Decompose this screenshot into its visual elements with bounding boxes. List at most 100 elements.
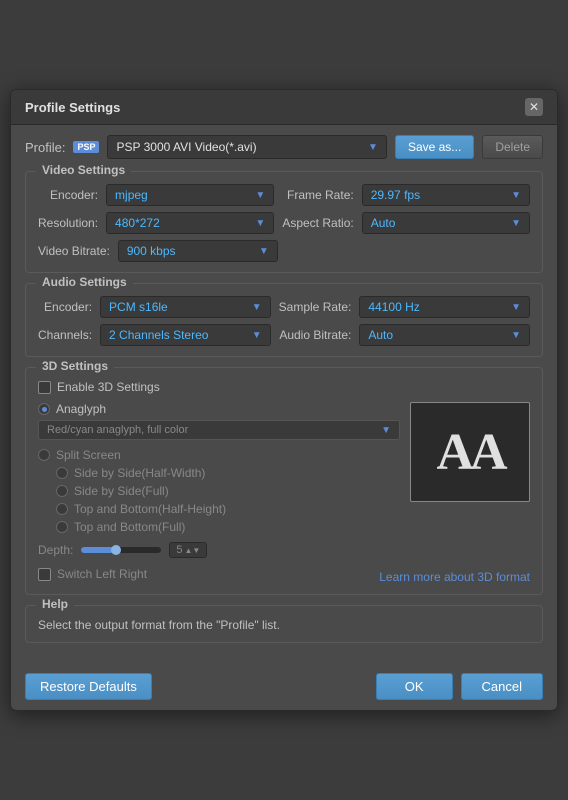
resolution-select[interactable]: 480*272 ▼ <box>106 212 274 234</box>
enable-3d-label: Enable 3D Settings <box>57 380 160 394</box>
encoder-label: Encoder: <box>38 188 98 202</box>
audio-encoder-value: PCM s16le <box>109 300 168 314</box>
side-half-radio[interactable] <box>56 467 68 479</box>
split-screen-options: Side by Side(Half-Width) Side by Side(Fu… <box>56 466 400 534</box>
aspect-ratio-arrow: ▼ <box>511 218 521 229</box>
audio-settings-section: Audio Settings Encoder: PCM s16le ▼ Samp… <box>25 283 543 357</box>
ok-button[interactable]: OK <box>376 673 453 700</box>
side-full-row: Side by Side(Full) <box>56 484 400 498</box>
frame-rate-label: Frame Rate: <box>282 188 353 202</box>
audio-bitrate-select[interactable]: Auto ▼ <box>359 324 530 346</box>
frame-rate-select[interactable]: 29.97 fps ▼ <box>362 184 530 206</box>
switch-checkbox[interactable] <box>38 568 51 581</box>
anaglyph-type-select: Red/cyan anaglyph, full color ▼ <box>38 420 400 440</box>
anaglyph-radio[interactable] <box>38 403 50 415</box>
audio-bitrate-arrow: ▼ <box>511 330 521 341</box>
anaglyph-type-arrow: ▼ <box>381 425 391 436</box>
depth-spinner-icon: ▲▼ <box>184 546 200 555</box>
side-half-row: Side by Side(Half-Width) <box>56 466 400 480</box>
profile-row: Profile: PSP PSP 3000 AVI Video(*.avi) ▼… <box>25 135 543 159</box>
audio-settings-grid: Encoder: PCM s16le ▼ Sample Rate: 44100 … <box>38 296 530 346</box>
side-full-radio[interactable] <box>56 485 68 497</box>
profile-dropdown-arrow: ▼ <box>368 142 378 153</box>
switch-label: Switch Left Right <box>57 567 147 581</box>
enable-3d-checkbox[interactable] <box>38 381 51 394</box>
title-bar: Profile Settings ✕ <box>11 90 557 125</box>
anaglyph-type-value: Red/cyan anaglyph, full color <box>47 424 188 436</box>
video-bitrate-label: Video Bitrate: <box>38 244 110 258</box>
close-button[interactable]: ✕ <box>525 98 543 116</box>
frame-rate-value: 29.97 fps <box>371 188 420 202</box>
preview-text: AA <box>436 423 503 482</box>
top-bottom-half-row: Top and Bottom(Half-Height) <box>56 502 400 516</box>
frame-rate-arrow: ▼ <box>511 190 521 201</box>
top-bottom-half-label: Top and Bottom(Half-Height) <box>74 502 226 516</box>
audio-encoder-label: Encoder: <box>38 300 92 314</box>
sample-rate-arrow: ▼ <box>511 302 521 313</box>
audio-encoder-select[interactable]: PCM s16le ▼ <box>100 296 271 318</box>
encoder-value: mjpeg <box>115 188 148 202</box>
video-bitrate-arrow: ▼ <box>259 246 269 257</box>
help-section: Help Select the output format from the "… <box>25 605 543 643</box>
video-bitrate-select[interactable]: 900 kbps ▼ <box>118 240 278 262</box>
learn-more-link[interactable]: Learn more about 3D format <box>379 570 530 584</box>
video-settings-grid: Encoder: mjpeg ▼ Frame Rate: 29.97 fps ▼… <box>38 184 530 234</box>
encoder-select[interactable]: mjpeg ▼ <box>106 184 274 206</box>
depth-row: Depth: 5 ▲▼ <box>38 542 530 558</box>
resolution-value: 480*272 <box>115 216 160 230</box>
enable-3d-row: Enable 3D Settings <box>38 380 530 394</box>
3d-preview: AA <box>410 402 530 502</box>
bottom-right-buttons: OK Cancel <box>376 673 543 700</box>
aspect-ratio-label: Aspect Ratio: <box>282 216 353 230</box>
profile-settings-dialog: Profile Settings ✕ Profile: PSP PSP 3000… <box>10 89 558 711</box>
anaglyph-label: Anaglyph <box>56 402 106 416</box>
delete-button[interactable]: Delete <box>482 135 543 159</box>
profile-badge: PSP <box>73 141 99 153</box>
audio-bitrate-value: Auto <box>368 328 393 342</box>
depth-slider-thumb <box>111 545 121 555</box>
help-title: Help <box>36 597 74 611</box>
channels-arrow: ▼ <box>252 330 262 341</box>
sample-rate-label: Sample Rate: <box>279 300 352 314</box>
aspect-ratio-select[interactable]: Auto ▼ <box>362 212 530 234</box>
cancel-button[interactable]: Cancel <box>461 673 543 700</box>
top-bottom-full-radio[interactable] <box>56 521 68 533</box>
video-bitrate-value: 900 kbps <box>127 244 176 258</box>
video-settings-section: Video Settings Encoder: mjpeg ▼ Frame Ra… <box>25 171 543 273</box>
dialog-title: Profile Settings <box>25 100 120 115</box>
switch-row: Switch Left Right Learn more about 3D fo… <box>38 564 530 584</box>
help-text: Select the output format from the "Profi… <box>38 618 530 632</box>
top-bottom-half-radio[interactable] <box>56 503 68 515</box>
audio-settings-title: Audio Settings <box>36 275 133 289</box>
top-bottom-full-row: Top and Bottom(Full) <box>56 520 400 534</box>
encoder-arrow: ▼ <box>255 190 265 201</box>
save-as-button[interactable]: Save as... <box>395 135 474 159</box>
video-settings-title: Video Settings <box>36 163 131 177</box>
side-half-label: Side by Side(Half-Width) <box>74 466 205 480</box>
threed-settings-section: 3D Settings Enable 3D Settings Anaglyph … <box>25 367 543 595</box>
side-full-label: Side by Side(Full) <box>74 484 169 498</box>
depth-value-box: 5 ▲▼ <box>169 542 207 558</box>
split-screen-label: Split Screen <box>56 448 121 462</box>
channels-label: Channels: <box>38 328 92 342</box>
channels-value: 2 Channels Stereo <box>109 328 208 342</box>
threed-settings-title: 3D Settings <box>36 359 114 373</box>
anaglyph-row: Anaglyph <box>38 402 400 416</box>
restore-defaults-button[interactable]: Restore Defaults <box>25 673 152 700</box>
threed-main-content: Anaglyph Red/cyan anaglyph, full color ▼… <box>38 402 530 534</box>
resolution-label: Resolution: <box>38 216 98 230</box>
video-bitrate-row: Video Bitrate: 900 kbps ▼ <box>38 240 530 262</box>
channels-select[interactable]: 2 Channels Stereo ▼ <box>100 324 271 346</box>
sample-rate-value: 44100 Hz <box>368 300 419 314</box>
top-bottom-full-label: Top and Bottom(Full) <box>74 520 185 534</box>
profile-label: Profile: <box>25 140 65 155</box>
profile-value: PSP 3000 AVI Video(*.avi) <box>116 140 256 154</box>
split-screen-radio[interactable] <box>38 449 50 461</box>
split-screen-row: Split Screen <box>38 448 400 462</box>
profile-select[interactable]: PSP 3000 AVI Video(*.avi) ▼ <box>107 135 386 159</box>
resolution-arrow: ▼ <box>255 218 265 229</box>
depth-slider[interactable] <box>81 547 161 553</box>
bottom-bar: Restore Defaults OK Cancel <box>11 665 557 710</box>
sample-rate-select[interactable]: 44100 Hz ▼ <box>359 296 530 318</box>
depth-value: 5 <box>176 544 182 556</box>
